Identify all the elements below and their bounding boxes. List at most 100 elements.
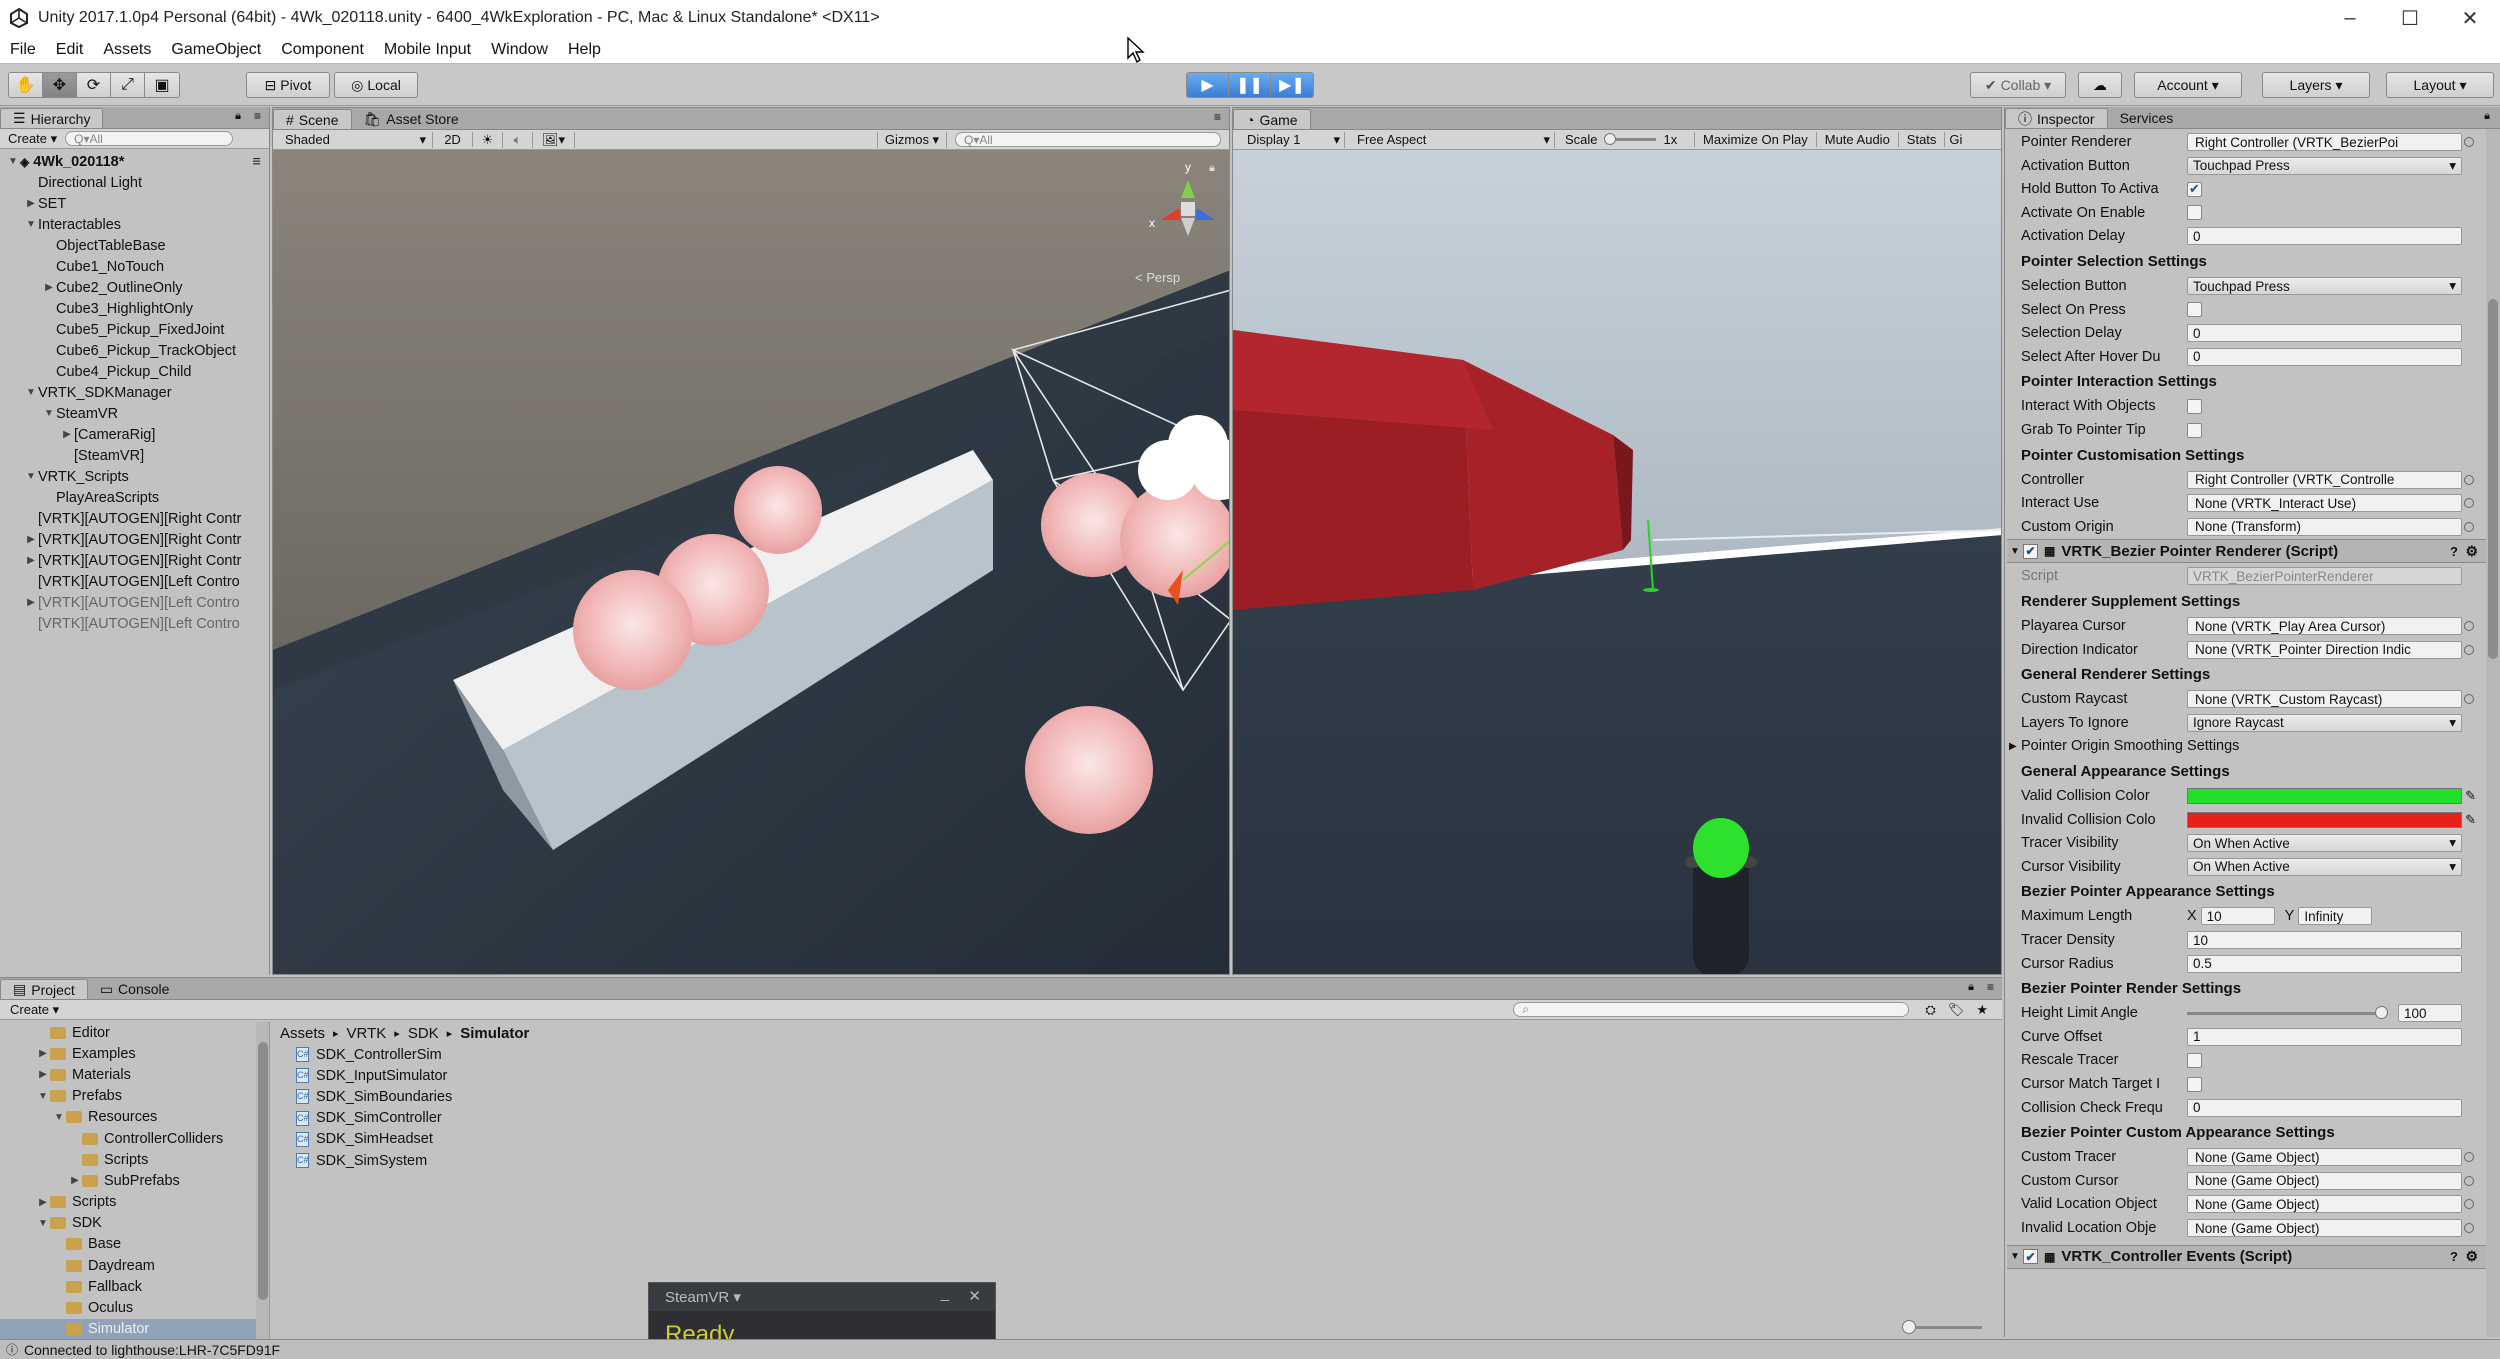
eyedropper-icon[interactable]: ✎ bbox=[2465, 812, 2476, 828]
audio-toggle-icon[interactable]: 🔈︎ bbox=[503, 131, 533, 148]
object-picker-icon[interactable] bbox=[2464, 1175, 2474, 1186]
expand-arrow-icon[interactable]: ▶ bbox=[36, 1048, 50, 1059]
field-dropdown[interactable]: On When Active ▾ bbox=[2187, 857, 2462, 876]
folder-item[interactable]: Base bbox=[0, 1234, 256, 1255]
display-dropdown[interactable]: Display 1 ▾ bbox=[1233, 131, 1345, 148]
help-icon[interactable]: ? bbox=[2450, 544, 2458, 559]
tab-services[interactable]: Services bbox=[2108, 108, 2186, 128]
smoothing-foldout[interactable]: ▶ Pointer Origin Smoothing Settings bbox=[2009, 735, 2478, 757]
component-header[interactable]: ▼ ✔ ▦ VRTK_Bezier Pointer Renderer (Script)… bbox=[2007, 539, 2486, 564]
rotate-tool-icon[interactable]: ⟳ bbox=[77, 73, 111, 97]
layers-dropdown[interactable]: Layers ▾ bbox=[2262, 72, 2370, 98]
lock-icon[interactable]: 🔒︎ bbox=[235, 110, 241, 123]
hierarchy-item[interactable]: [SteamVR] bbox=[0, 445, 269, 466]
file-item[interactable]: C# SDK_SimController bbox=[296, 1108, 2002, 1129]
menu-item-help[interactable]: Help bbox=[568, 41, 601, 59]
hierarchy-item[interactable]: [VRTK][AUTOGEN][Right Contr bbox=[0, 508, 269, 529]
object-picker-icon[interactable] bbox=[2464, 644, 2474, 655]
field-dropdown[interactable]: Touchpad Press ▾ bbox=[2187, 277, 2462, 295]
color-swatch[interactable] bbox=[2187, 788, 2462, 804]
hierarchy-item[interactable]: Cube3_HighlightOnly bbox=[0, 298, 269, 319]
field-object-ref[interactable]: None (Game Object) bbox=[2187, 1219, 2462, 1237]
aspect-dropdown[interactable]: Free Aspect ▾ bbox=[1345, 131, 1555, 148]
folder-item[interactable]: ▶ Scripts bbox=[0, 1192, 256, 1213]
field-object-ref[interactable]: Right Controller (VRTK_BezierPoi bbox=[2187, 133, 2462, 151]
scale-tool-icon[interactable]: ⤢ bbox=[111, 73, 145, 97]
mute-audio-toggle[interactable]: Mute Audio bbox=[1817, 132, 1899, 147]
component-enabled-checkbox[interactable]: ✔ bbox=[2023, 1249, 2038, 1265]
field-input[interactable]: 0 bbox=[2187, 347, 2462, 366]
foldout-arrow-icon[interactable]: ▼ bbox=[2007, 546, 2023, 557]
project-tree-scrollbar-thumb[interactable] bbox=[258, 1042, 268, 1300]
move-tool-icon[interactable]: ✥ bbox=[43, 73, 77, 97]
breadcrumb-item[interactable]: SDK bbox=[408, 1025, 439, 1042]
file-item[interactable]: C# SDK_SimSystem bbox=[296, 1150, 2002, 1171]
field-checkbox[interactable] bbox=[2187, 1052, 2202, 1068]
lock-icon[interactable]: 🔒︎ bbox=[1968, 981, 1974, 994]
tab-game[interactable]: ◔ Game bbox=[1233, 109, 1311, 129]
2d-toggle[interactable]: 2D bbox=[433, 132, 473, 147]
folder-item[interactable]: ▼ SDK bbox=[0, 1213, 256, 1234]
gear-icon[interactable]: ⚙ bbox=[2465, 543, 2478, 560]
file-item[interactable]: C# SDK_ControllerSim bbox=[296, 1044, 2002, 1065]
menu-item-file[interactable]: File bbox=[10, 41, 36, 59]
field-input[interactable]: 0 bbox=[2187, 227, 2462, 246]
folder-item[interactable]: Daydream bbox=[0, 1255, 256, 1276]
pause-button[interactable]: ❚❚ bbox=[1229, 73, 1271, 97]
scene-gizmo[interactable]: y x bbox=[1149, 160, 1223, 248]
hierarchy-item[interactable]: ▶ [VRTK][AUTOGEN][Right Contr bbox=[0, 550, 269, 571]
maximize-on-play-toggle[interactable]: Maximize On Play bbox=[1695, 132, 1817, 147]
expand-arrow-icon[interactable]: ▼ bbox=[52, 1112, 66, 1123]
folder-item[interactable]: ▶ SubPrefabs bbox=[0, 1170, 256, 1191]
hierarchy-item[interactable]: ▼ ◈ ≡ 4Wk_020118* bbox=[0, 151, 269, 172]
expand-arrow-icon[interactable]: ▶ bbox=[42, 282, 56, 293]
file-item[interactable]: C# SDK_SimHeadset bbox=[296, 1129, 2002, 1150]
height-limit-input[interactable]: 100 bbox=[2398, 1004, 2462, 1023]
field-input[interactable]: 1 bbox=[2187, 1027, 2462, 1046]
field-checkbox[interactable] bbox=[2187, 422, 2202, 438]
hierarchy-item[interactable]: ▶ [CameraRig] bbox=[0, 424, 269, 445]
minimize-button[interactable]: – bbox=[2320, 0, 2380, 36]
expand-arrow-icon[interactable]: ▼ bbox=[42, 408, 56, 419]
field-dropdown[interactable]: Ignore Raycast ▾ bbox=[2187, 713, 2462, 732]
expand-arrow-icon[interactable]: ▼ bbox=[24, 471, 38, 482]
panel-menu-icon[interactable]: ≡ bbox=[1214, 110, 1221, 124]
icon-size-slider-thumb[interactable] bbox=[1902, 1320, 1916, 1334]
hierarchy-create-button[interactable]: Create ▾ bbox=[8, 131, 57, 147]
expand-arrow-icon[interactable]: ▼ bbox=[36, 1091, 50, 1102]
breadcrumb-item[interactable]: VRTK bbox=[347, 1025, 387, 1042]
effects-dropdown-icon[interactable]: 🖼︎▾ bbox=[533, 131, 575, 148]
expand-arrow-icon[interactable]: ▶ bbox=[24, 555, 38, 566]
panel-menu-icon[interactable]: ≡ bbox=[254, 109, 261, 123]
hierarchy-item[interactable]: ▼ SteamVR bbox=[0, 403, 269, 424]
color-swatch[interactable] bbox=[2187, 811, 2462, 828]
field-checkbox[interactable] bbox=[2187, 205, 2202, 221]
hierarchy-item[interactable]: ▼ Interactables bbox=[0, 214, 269, 235]
folder-item[interactable]: Simulator bbox=[0, 1318, 256, 1339]
hierarchy-search-input[interactable]: Q▾All bbox=[65, 131, 234, 146]
file-item[interactable]: C# SDK_InputSimulator bbox=[296, 1065, 2002, 1086]
eyedropper-icon[interactable]: ✎ bbox=[2465, 788, 2476, 804]
expand-arrow-icon[interactable]: ▼ bbox=[36, 1218, 50, 1229]
folder-item[interactable]: ▶ Materials bbox=[0, 1064, 256, 1085]
field-object-ref[interactable]: Right Controller (VRTK_Controlle bbox=[2187, 470, 2462, 489]
play-button[interactable]: ▶ bbox=[1187, 73, 1229, 97]
object-picker-icon[interactable] bbox=[2464, 1152, 2474, 1163]
field-checkbox[interactable] bbox=[2187, 302, 2202, 318]
close-button[interactable]: ✕ bbox=[2440, 0, 2500, 36]
height-limit-slider-thumb[interactable] bbox=[2375, 1005, 2389, 1019]
hierarchy-item[interactable]: Cube6_Pickup_TrackObject bbox=[0, 340, 269, 361]
hierarchy-item[interactable]: [VRTK][AUTOGEN][Left Contro bbox=[0, 571, 269, 592]
folder-item[interactable]: Fallback bbox=[0, 1276, 256, 1297]
folder-item[interactable]: ControllerColliders bbox=[0, 1128, 256, 1149]
menu-item-gameobject[interactable]: GameObject bbox=[171, 41, 261, 59]
project-tree-scrollbar[interactable] bbox=[256, 1022, 270, 1339]
max-length-y-input[interactable]: Infinity bbox=[2298, 907, 2373, 926]
hierarchy-item[interactable]: PlayAreaScripts bbox=[0, 487, 269, 508]
hierarchy-item[interactable]: Directional Light bbox=[0, 172, 269, 193]
field-input[interactable]: 10 bbox=[2187, 931, 2462, 949]
breadcrumb-item[interactable]: Assets bbox=[280, 1025, 325, 1042]
expand-arrow-icon[interactable]: ▶ bbox=[68, 1175, 82, 1186]
menu-item-edit[interactable]: Edit bbox=[56, 41, 84, 59]
component-enabled-checkbox[interactable]: ✔ bbox=[2023, 543, 2038, 559]
